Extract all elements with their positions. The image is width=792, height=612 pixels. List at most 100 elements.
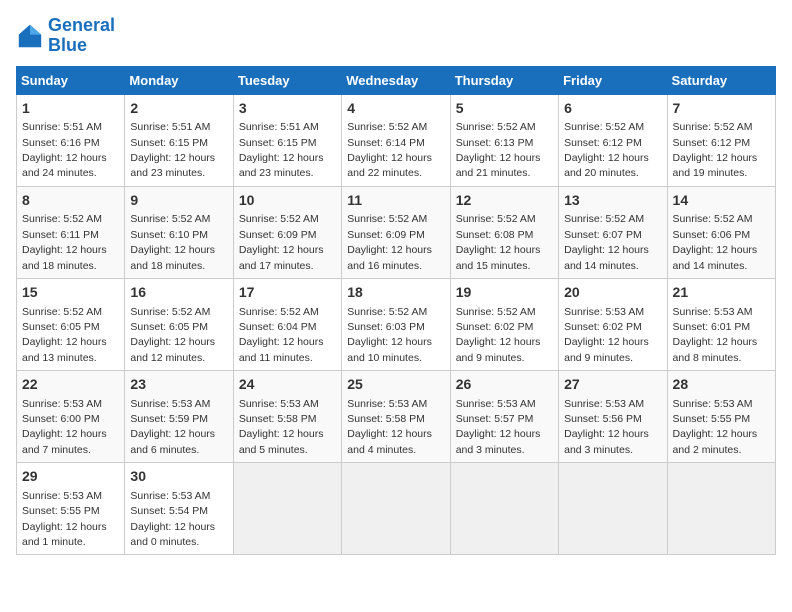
day-info: Sunrise: 5:51 AMSunset: 6:15 PMDaylight:…	[239, 121, 324, 179]
day-number: 1	[22, 99, 119, 119]
calendar-cell: 21 Sunrise: 5:53 AMSunset: 6:01 PMDayligh…	[667, 278, 775, 370]
day-number: 7	[673, 99, 770, 119]
calendar-cell: 14Sunrise: 5:52 AMSunset: 6:06 PMDayligh…	[667, 186, 775, 278]
day-info: Sunrise: 5:53 AMSunset: 5:58 PMDaylight:…	[347, 398, 432, 456]
calendar-week-2: 8Sunrise: 5:52 AMSunset: 6:11 PMDaylight…	[17, 186, 776, 278]
calendar-cell: 6Sunrise: 5:52 AMSunset: 6:12 PMDaylight…	[559, 94, 667, 186]
day-info: Sunrise: 5:53 AMSunset: 5:59 PMDaylight:…	[130, 398, 215, 456]
day-number: 3	[239, 99, 336, 119]
col-header-tuesday: Tuesday	[233, 66, 341, 94]
day-number: 2	[130, 99, 227, 119]
calendar-cell: 19Sunrise: 5:52 AMSunset: 6:02 PMDayligh…	[450, 278, 558, 370]
day-info: Sunrise: 5:53 AMSunset: 6:02 PMDaylight:…	[564, 306, 649, 364]
day-info: Sunrise: 5:52 AMSunset: 6:12 PMDaylight:…	[564, 121, 649, 179]
calendar-cell: 9Sunrise: 5:52 AMSunset: 6:10 PMDaylight…	[125, 186, 233, 278]
day-info: Sunrise: 5:53 AMSunset: 6:01 PMDaylight:…	[673, 306, 758, 364]
day-number: 9	[130, 191, 227, 211]
calendar-cell: 17 Sunrise: 5:52 AMSunset: 6:04 PMDayligh…	[233, 278, 341, 370]
day-info: Sunrise: 5:52 AMSunset: 6:12 PMDaylight:…	[673, 121, 758, 179]
col-header-wednesday: Wednesday	[342, 66, 450, 94]
calendar-cell: 20 Sunrise: 5:53 AMSunset: 6:02 PMDayligh…	[559, 278, 667, 370]
day-number: 5	[456, 99, 553, 119]
day-info: Sunrise: 5:53 AMSunset: 5:56 PMDaylight:…	[564, 398, 649, 456]
calendar-cell: 22 Sunrise: 5:53 AMSunset: 6:00 PMDayligh…	[17, 371, 125, 463]
day-info: Sunrise: 5:51 AMSunset: 6:15 PMDaylight:…	[130, 121, 215, 179]
day-info: Sunrise: 5:52 AMSunset: 6:04 PMDaylight:…	[239, 306, 324, 364]
day-info: Sunrise: 5:52 AMSunset: 6:13 PMDaylight:…	[456, 121, 541, 179]
calendar-table: SundayMondayTuesdayWednesdayThursdayFrid…	[16, 66, 776, 556]
day-info: Sunrise: 5:53 AMSunset: 5:58 PMDaylight:…	[239, 398, 324, 456]
day-number: 8	[22, 191, 119, 211]
day-number: 12	[456, 191, 553, 211]
day-info: Sunrise: 5:53 AMSunset: 5:54 PMDaylight:…	[130, 490, 215, 548]
calendar-cell: 8Sunrise: 5:52 AMSunset: 6:11 PMDaylight…	[17, 186, 125, 278]
calendar-cell: 3Sunrise: 5:51 AMSunset: 6:15 PMDaylight…	[233, 94, 341, 186]
calendar-cell	[342, 463, 450, 555]
calendar-header-row: SundayMondayTuesdayWednesdayThursdayFrid…	[17, 66, 776, 94]
logo: General Blue	[16, 16, 115, 56]
day-number: 20	[564, 283, 661, 303]
day-number: 6	[564, 99, 661, 119]
calendar-cell: 28Sunrise: 5:53 AMSunset: 5:55 PMDayligh…	[667, 371, 775, 463]
day-number: 14	[673, 191, 770, 211]
calendar-cell: 7Sunrise: 5:52 AMSunset: 6:12 PMDaylight…	[667, 94, 775, 186]
calendar-cell: 13Sunrise: 5:52 AMSunset: 6:07 PMDayligh…	[559, 186, 667, 278]
day-number: 25	[347, 375, 444, 395]
day-number: 17	[239, 283, 336, 303]
calendar-cell: 29 Sunrise: 5:53 AMSunset: 5:55 PMDayligh…	[17, 463, 125, 555]
day-number: 15	[22, 283, 119, 303]
day-number: 16	[130, 283, 227, 303]
day-number: 28	[673, 375, 770, 395]
calendar-cell: 5Sunrise: 5:52 AMSunset: 6:13 PMDaylight…	[450, 94, 558, 186]
calendar-week-5: 29 Sunrise: 5:53 AMSunset: 5:55 PMDayligh…	[17, 463, 776, 555]
day-number: 30	[130, 467, 227, 487]
calendar-cell	[450, 463, 558, 555]
day-info: Sunrise: 5:52 AMSunset: 6:07 PMDaylight:…	[564, 213, 649, 271]
calendar-cell: 18 Sunrise: 5:52 AMSunset: 6:03 PMDayligh…	[342, 278, 450, 370]
day-info: Sunrise: 5:52 AMSunset: 6:11 PMDaylight:…	[22, 213, 107, 271]
calendar-cell: 30 Sunrise: 5:53 AMSunset: 5:54 PMDayligh…	[125, 463, 233, 555]
day-number: 29	[22, 467, 119, 487]
day-info: Sunrise: 5:53 AMSunset: 6:00 PMDaylight:…	[22, 398, 107, 456]
col-header-thursday: Thursday	[450, 66, 558, 94]
calendar-week-1: 1Sunrise: 5:51 AMSunset: 6:16 PMDaylight…	[17, 94, 776, 186]
calendar-cell: 27 Sunrise: 5:53 AMSunset: 5:56 PMDayligh…	[559, 371, 667, 463]
calendar-cell: 12Sunrise: 5:52 AMSunset: 6:08 PMDayligh…	[450, 186, 558, 278]
col-header-monday: Monday	[125, 66, 233, 94]
calendar-cell: 23 Sunrise: 5:53 AMSunset: 5:59 PMDayligh…	[125, 371, 233, 463]
calendar-cell: 2Sunrise: 5:51 AMSunset: 6:15 PMDaylight…	[125, 94, 233, 186]
calendar-cell: 26Sunrise: 5:53 AMSunset: 5:57 PMDayligh…	[450, 371, 558, 463]
calendar-cell: 1Sunrise: 5:51 AMSunset: 6:16 PMDaylight…	[17, 94, 125, 186]
day-info: Sunrise: 5:52 AMSunset: 6:10 PMDaylight:…	[130, 213, 215, 271]
col-header-sunday: Sunday	[17, 66, 125, 94]
calendar-cell	[233, 463, 341, 555]
calendar-week-4: 22 Sunrise: 5:53 AMSunset: 6:00 PMDayligh…	[17, 371, 776, 463]
calendar-cell: 11Sunrise: 5:52 AMSunset: 6:09 PMDayligh…	[342, 186, 450, 278]
calendar-cell: 24Sunrise: 5:53 AMSunset: 5:58 PMDayligh…	[233, 371, 341, 463]
day-info: Sunrise: 5:53 AMSunset: 5:55 PMDaylight:…	[22, 490, 107, 548]
day-number: 21	[673, 283, 770, 303]
logo-icon	[16, 22, 44, 50]
day-number: 22	[22, 375, 119, 395]
day-info: Sunrise: 5:52 AMSunset: 6:03 PMDaylight:…	[347, 306, 432, 364]
day-number: 4	[347, 99, 444, 119]
day-info: Sunrise: 5:53 AMSunset: 5:57 PMDaylight:…	[456, 398, 541, 456]
day-number: 27	[564, 375, 661, 395]
page-header: General Blue	[16, 16, 776, 56]
day-number: 18	[347, 283, 444, 303]
day-info: Sunrise: 5:52 AMSunset: 6:09 PMDaylight:…	[347, 213, 432, 271]
calendar-cell: 10Sunrise: 5:52 AMSunset: 6:09 PMDayligh…	[233, 186, 341, 278]
day-number: 19	[456, 283, 553, 303]
logo-text: General Blue	[48, 16, 115, 56]
day-number: 23	[130, 375, 227, 395]
calendar-cell: 16Sunrise: 5:52 AMSunset: 6:05 PMDayligh…	[125, 278, 233, 370]
day-number: 11	[347, 191, 444, 211]
day-info: Sunrise: 5:51 AMSunset: 6:16 PMDaylight:…	[22, 121, 107, 179]
day-info: Sunrise: 5:52 AMSunset: 6:14 PMDaylight:…	[347, 121, 432, 179]
col-header-saturday: Saturday	[667, 66, 775, 94]
day-number: 13	[564, 191, 661, 211]
calendar-cell	[559, 463, 667, 555]
calendar-cell: 4Sunrise: 5:52 AMSunset: 6:14 PMDaylight…	[342, 94, 450, 186]
calendar-cell: 25 Sunrise: 5:53 AMSunset: 5:58 PMDayligh…	[342, 371, 450, 463]
day-info: Sunrise: 5:52 AMSunset: 6:09 PMDaylight:…	[239, 213, 324, 271]
